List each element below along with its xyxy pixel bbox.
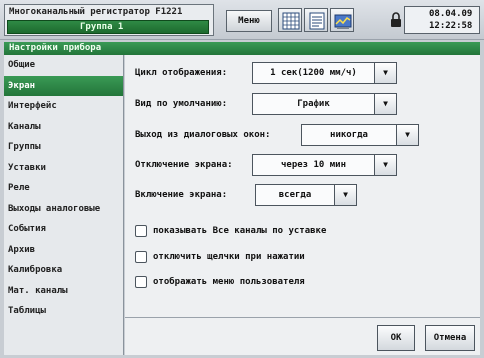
date-time-display: 08.04.09 12:22:58 xyxy=(404,6,480,34)
sidebar-item-setpoints[interactable]: Уставки xyxy=(4,158,123,179)
cycle-select[interactable]: 1 сек(1200 мм/ч) ▼ xyxy=(252,62,397,84)
screen-settings-panel: Цикл отображения: 1 сек(1200 мм/ч) ▼ Вид… xyxy=(125,55,480,355)
show-all-channels-checkbox[interactable] xyxy=(135,225,147,237)
chevron-down-icon[interactable]: ▼ xyxy=(374,63,396,83)
disable-clicks-label: отключить щелчки при нажатии xyxy=(153,252,305,262)
footer-divider xyxy=(125,317,480,318)
screen-off-label: Отключение экрана: xyxy=(135,160,233,170)
sidebar-item-tables[interactable]: Таблицы xyxy=(4,301,123,322)
show-all-channels-label: показывать Все каналы по уставке xyxy=(153,226,327,236)
screen-on-label: Включение экрана: xyxy=(135,190,228,200)
sidebar-item-analog-outputs[interactable]: Выходы аналоговые xyxy=(4,199,123,220)
dialog-exit-select[interactable]: никогда ▼ xyxy=(301,124,419,146)
group-selector[interactable]: Группа 1 xyxy=(7,20,209,34)
sidebar-item-archive[interactable]: Архив xyxy=(4,240,123,261)
sidebar-item-interface[interactable]: Интерфейс xyxy=(4,96,123,117)
show-user-menu-checkbox[interactable] xyxy=(135,276,147,288)
cycle-value: 1 сек(1200 мм/ч) xyxy=(270,68,357,78)
list-view-icon xyxy=(309,12,325,30)
chart-view-icon xyxy=(334,14,352,29)
app-title: Многоканальный регистратор F1221 xyxy=(9,7,183,17)
sidebar-item-screen[interactable]: Экран xyxy=(4,75,123,96)
chart-view-button[interactable] xyxy=(330,8,354,32)
group-label: Группа 1 xyxy=(80,22,124,32)
default-view-label: Вид по умолчанию: xyxy=(135,99,228,109)
grid-view-icon xyxy=(282,12,300,30)
dialog-exit-label: Выход из диалоговых окон: xyxy=(135,130,271,140)
window-title: Настройки прибора xyxy=(4,42,480,55)
lock-icon[interactable] xyxy=(390,12,402,28)
chevron-down-icon[interactable]: ▼ xyxy=(334,185,356,205)
grid-view-button[interactable] xyxy=(278,8,302,32)
chevron-down-icon[interactable]: ▼ xyxy=(396,125,418,145)
chevron-down-icon[interactable]: ▼ xyxy=(374,155,396,175)
screen-on-row: Включение экрана: всегда ▼ xyxy=(135,184,475,206)
time-value: 12:22:58 xyxy=(429,21,473,31)
default-view-select[interactable]: График ▼ xyxy=(252,93,397,115)
default-view-row: Вид по умолчанию: График ▼ xyxy=(135,93,475,115)
screen-on-value: всегда xyxy=(278,190,312,200)
cycle-label: Цикл отображения: xyxy=(135,68,228,78)
cancel-button[interactable]: Отмена xyxy=(425,325,475,351)
sidebar-item-groups[interactable]: Группы xyxy=(4,137,123,158)
cycle-row: Цикл отображения: 1 сек(1200 мм/ч) ▼ xyxy=(135,62,475,84)
date-value: 08.04.09 xyxy=(429,9,473,19)
show-user-menu-label: отображать меню пользователя xyxy=(153,277,305,287)
dialog-exit-row: Выход из диалоговых окон: никогда ▼ xyxy=(135,124,475,146)
sidebar-item-calibration[interactable]: Калибровка xyxy=(4,260,123,281)
ok-button[interactable]: ОК xyxy=(377,325,415,351)
recorder-title-box: Многоканальный регистратор F1221 Группа … xyxy=(4,4,214,36)
sidebar-item-channels[interactable]: Каналы xyxy=(4,117,123,138)
sidebar-item-events[interactable]: События xyxy=(4,219,123,240)
disable-clicks-option[interactable]: отключить щелчки при нажатии xyxy=(135,251,465,265)
screen-off-select[interactable]: через 10 мин ▼ xyxy=(252,154,397,176)
settings-sidebar: Общие Экран Интерфейс Каналы Группы Уста… xyxy=(4,55,124,355)
chevron-down-icon[interactable]: ▼ xyxy=(374,94,396,114)
menu-button[interactable]: Меню xyxy=(226,10,272,32)
list-view-button[interactable] xyxy=(304,8,328,32)
show-all-channels-option[interactable]: показывать Все каналы по уставке xyxy=(135,225,465,239)
sidebar-item-general[interactable]: Общие xyxy=(4,55,123,76)
disable-clicks-checkbox[interactable] xyxy=(135,251,147,263)
sidebar-item-math-channels[interactable]: Мат. каналы xyxy=(4,281,123,302)
screen-off-row: Отключение экрана: через 10 мин ▼ xyxy=(135,154,475,176)
default-view-value: График xyxy=(297,99,330,109)
screen-off-value: через 10 мин xyxy=(280,160,347,170)
show-user-menu-option[interactable]: отображать меню пользователя xyxy=(135,276,465,290)
screen-on-select[interactable]: всегда ▼ xyxy=(255,184,357,206)
dialog-exit-value: никогда xyxy=(330,130,368,140)
top-bar: Многоканальный регистратор F1221 Группа … xyxy=(0,0,484,40)
sidebar-item-relays[interactable]: Реле xyxy=(4,178,123,199)
